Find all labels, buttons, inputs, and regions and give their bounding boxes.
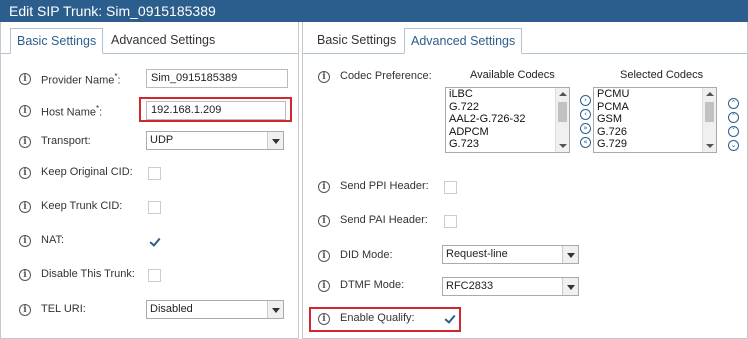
- info-icon[interactable]: i: [318, 71, 330, 83]
- keep-trunk-cid-checkbox[interactable]: [148, 201, 161, 214]
- move-left-icon[interactable]: ‹: [580, 109, 591, 120]
- move-top-icon[interactable]: ⌃: [728, 98, 739, 109]
- did-mode-select[interactable]: Request-line: [442, 245, 579, 264]
- codec-preference-label: Codec Preference:: [340, 70, 432, 82]
- transport-select[interactable]: UDP: [146, 131, 284, 150]
- dtmf-mode-value: RFC2833: [446, 280, 494, 292]
- send-ppi-header-checkbox[interactable]: [444, 181, 457, 194]
- transport-label: Transport:: [41, 135, 91, 147]
- send-pai-header-checkbox[interactable]: [444, 215, 457, 228]
- keep-original-cid-label: Keep Original CID:: [41, 166, 133, 178]
- info-icon[interactable]: i: [318, 280, 330, 292]
- move-up-icon[interactable]: ˄: [728, 112, 739, 123]
- chevron-down-icon: [267, 301, 283, 318]
- did-mode-value: Request-line: [446, 248, 508, 260]
- tel-uri-value: Disabled: [150, 303, 193, 315]
- list-item[interactable]: PCMA: [594, 101, 716, 114]
- info-icon[interactable]: i: [19, 136, 31, 148]
- tel-uri-select[interactable]: Disabled: [146, 300, 284, 319]
- tab-advanced-settings-right[interactable]: Advanced Settings: [404, 28, 523, 54]
- info-icon[interactable]: i: [19, 167, 31, 179]
- host-name-label: Host Name*:: [41, 104, 103, 119]
- info-icon[interactable]: i: [19, 105, 31, 117]
- list-item[interactable]: AAL2-G.726-32: [446, 113, 569, 126]
- selected-codecs-heading: Selected Codecs: [620, 69, 704, 81]
- list-item[interactable]: G.726: [594, 126, 716, 139]
- tab-basic-settings-left[interactable]: Basic Settings: [10, 28, 104, 54]
- info-icon[interactable]: i: [19, 269, 31, 281]
- info-icon[interactable]: i: [318, 215, 330, 227]
- disable-trunk-label: Disable This Trunk:: [41, 268, 135, 280]
- host-name-input[interactable]: 192.168.1.209: [146, 101, 286, 120]
- available-codecs-list[interactable]: iLBC G.722 AAL2-G.726-32 ADPCM G.723: [445, 87, 570, 153]
- provider-name-input[interactable]: Sim_0915185389: [146, 69, 288, 88]
- list-item[interactable]: G.722: [446, 101, 569, 114]
- chevron-down-icon: [562, 246, 578, 263]
- move-all-right-icon[interactable]: »: [580, 123, 591, 134]
- scrollbar[interactable]: [555, 88, 569, 152]
- chevron-down-icon: [267, 132, 283, 149]
- move-right-icon[interactable]: ›: [580, 95, 591, 106]
- move-all-left-icon[interactable]: «: [580, 137, 591, 148]
- info-icon[interactable]: i: [19, 201, 31, 213]
- left-settings-panel: Basic Settings Advanced Settings i Provi…: [0, 22, 299, 339]
- move-down-icon[interactable]: ˅: [728, 126, 739, 137]
- enable-qualify-checkbox[interactable]: [443, 312, 456, 325]
- nat-label: NAT:: [41, 234, 65, 246]
- dtmf-mode-label: DTMF Mode:: [340, 279, 405, 291]
- tab-advanced-settings-left[interactable]: Advanced Settings: [105, 28, 221, 54]
- list-item[interactable]: GSM: [594, 113, 716, 126]
- right-tabs: Basic Settings Advanced Settings: [303, 28, 747, 54]
- list-item[interactable]: ADPCM: [446, 126, 569, 139]
- info-icon[interactable]: i: [318, 313, 330, 325]
- info-icon[interactable]: i: [19, 235, 31, 247]
- move-bottom-icon[interactable]: ⌄: [728, 140, 739, 151]
- selected-codecs-list[interactable]: PCMU PCMA GSM G.726 G.729: [593, 87, 717, 153]
- info-icon[interactable]: i: [318, 181, 330, 193]
- tel-uri-label: TEL URI:: [41, 303, 86, 315]
- info-icon[interactable]: i: [19, 304, 31, 316]
- right-settings-panel: Basic Settings Advanced Settings i Codec…: [302, 22, 748, 339]
- info-icon[interactable]: i: [318, 250, 330, 262]
- list-item[interactable]: PCMU: [594, 88, 716, 101]
- nat-checkbox[interactable]: [148, 235, 161, 248]
- tab-basic-settings-right[interactable]: Basic Settings: [311, 28, 402, 54]
- send-pai-header-label: Send PAI Header:: [340, 214, 428, 226]
- provider-name-label: Provider Name*:: [41, 72, 121, 87]
- list-item[interactable]: G.729: [594, 138, 716, 151]
- left-tabs: Basic Settings Advanced Settings: [1, 28, 298, 54]
- did-mode-label: DID Mode:: [340, 249, 393, 261]
- list-item[interactable]: G.723: [446, 138, 569, 151]
- dtmf-mode-select[interactable]: RFC2833: [442, 277, 579, 296]
- chevron-down-icon: [562, 278, 578, 295]
- list-item[interactable]: iLBC: [446, 88, 569, 101]
- keep-original-cid-checkbox[interactable]: [148, 167, 161, 180]
- info-icon[interactable]: i: [19, 73, 31, 85]
- dialog-title: Edit SIP Trunk: Sim_0915185389: [0, 0, 748, 22]
- transport-value: UDP: [150, 134, 174, 146]
- keep-trunk-cid-label: Keep Trunk CID:: [41, 200, 123, 212]
- disable-trunk-checkbox[interactable]: [148, 269, 161, 282]
- available-codecs-heading: Available Codecs: [470, 69, 555, 81]
- enable-qualify-label: Enable Qualify:: [340, 312, 415, 324]
- scrollbar[interactable]: [702, 88, 716, 152]
- send-ppi-header-label: Send PPI Header:: [340, 180, 429, 192]
